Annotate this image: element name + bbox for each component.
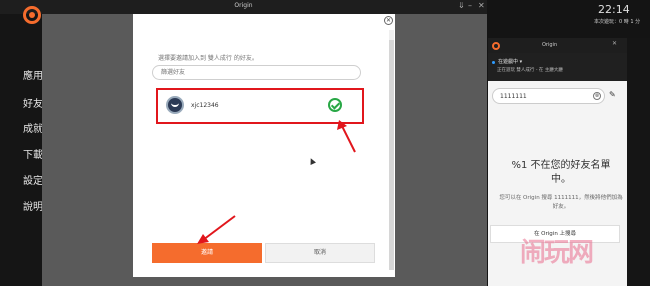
side-bar-dark <box>627 38 650 286</box>
add-friend-icon[interactable]: ✎ <box>609 90 616 99</box>
friends-panel-titlebar <box>488 38 627 53</box>
dialog-scrollbar-thumb[interactable] <box>389 40 394 270</box>
not-friend-description: 您可以在 Origin 搜尋 1111111，然後將他們加為好友。 <box>499 195 623 210</box>
presence-status[interactable]: 在遊戲中 ▾ <box>498 58 522 65</box>
clock: 22:14 <box>598 3 630 16</box>
sidebar-item-achievements[interactable]: 成就 <box>23 120 42 135</box>
friends-panel-title: Origin <box>542 42 558 48</box>
minimize-button[interactable]: – <box>468 1 472 10</box>
clear-search-icon[interactable]: ⊗ <box>593 92 601 100</box>
invite-button[interactable]: 邀請 <box>152 243 262 263</box>
avatar <box>166 96 184 114</box>
presence-activity: 正在遊玩 雙人成行 - 在 主廳大廳 <box>497 68 563 73</box>
sidebar-item-settings[interactable]: 設定 <box>23 172 42 187</box>
main-window-title: Origin <box>234 2 253 9</box>
sidebar-item-apps[interactable]: 應用 <box>23 67 42 82</box>
not-friend-message: %1 不在您的好友名單中。 <box>511 160 611 185</box>
download-icon[interactable]: ⇓ <box>458 1 465 10</box>
origin-small-logo-icon <box>492 42 500 50</box>
invite-prompt: 選擇要邀請加入到 雙人成行 的好友。 <box>158 55 258 62</box>
sidebar-item-help[interactable]: 說明 <box>23 198 42 213</box>
sidebar-item-friends[interactable]: 好友 <box>23 95 42 110</box>
friend-filter-input[interactable] <box>152 65 361 80</box>
status-dot-icon <box>492 61 495 64</box>
origin-logo-icon <box>23 6 41 24</box>
friend-search-input[interactable] <box>492 88 605 104</box>
logo-core <box>29 12 35 18</box>
sidebar-item-downloads[interactable]: 下載 <box>23 146 42 161</box>
annotation-arrow-up-icon <box>337 120 356 153</box>
session-time: 本次遊玩：0 時 1 分 <box>594 19 641 25</box>
avatar-face-icon <box>171 103 179 107</box>
top-close-icon[interactable]: ✕ <box>478 1 485 10</box>
friends-panel-close-button[interactable]: ✕ <box>612 40 617 47</box>
screen: Origin ⇓ – 應用 好友 成就 下載 設定 說明 ✕ 選擇要邀請加入到 … <box>0 0 650 286</box>
watermark: 闹玩网 <box>520 238 594 268</box>
annotation-arrow-down-icon <box>197 215 236 244</box>
selected-check-icon[interactable] <box>328 98 342 112</box>
cancel-button[interactable]: 取消 <box>265 243 375 263</box>
close-dialog-button[interactable]: ✕ <box>384 16 393 25</box>
friend-name: xjc12346 <box>191 102 219 109</box>
friend-list-item[interactable]: xjc12346 <box>156 88 364 124</box>
